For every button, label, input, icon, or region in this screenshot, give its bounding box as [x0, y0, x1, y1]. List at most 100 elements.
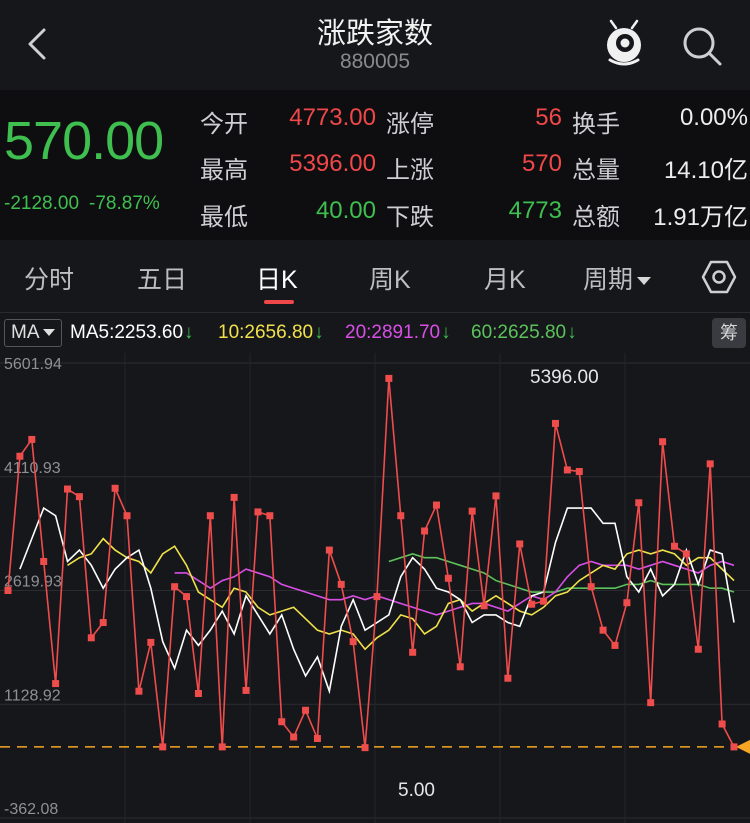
ma-item: 60:2625.80↓	[471, 322, 577, 344]
data-point	[694, 645, 702, 653]
tab-monthly-k[interactable]: 月K	[484, 260, 526, 296]
data-point	[242, 686, 250, 694]
ma-item: 20:2891.70↓	[345, 322, 451, 344]
data-point	[516, 540, 524, 548]
tab-minute[interactable]: 分时	[24, 260, 74, 296]
stat-value: 4773	[508, 197, 562, 224]
stat-value: 1.91万亿	[653, 204, 748, 231]
data-point	[159, 743, 167, 751]
tab-weekly-k[interactable]: 周K	[369, 260, 411, 296]
data-point	[302, 706, 310, 714]
data-point	[385, 374, 393, 382]
settings-hexagon-icon[interactable]	[701, 259, 737, 295]
mascot-icon[interactable]	[600, 18, 648, 70]
stat-value: 56	[535, 104, 562, 131]
tab-five-day[interactable]: 五日	[137, 260, 187, 296]
data-point	[432, 501, 440, 509]
data-point	[409, 648, 417, 656]
ma60-line	[388, 553, 735, 593]
down-arrow-icon: ↓	[567, 322, 577, 343]
chevron-down-icon	[637, 277, 652, 286]
tab-daily-k[interactable]: 日K	[256, 260, 298, 296]
data-point	[337, 580, 345, 588]
tab-period-dropdown[interactable]: 周期	[583, 260, 652, 296]
data-point	[480, 602, 488, 610]
stat-label: 总额	[572, 204, 620, 231]
stat-label: 换手	[572, 111, 620, 138]
y-tick-label: 1128.92	[4, 687, 61, 704]
stat-label: 涨停	[386, 111, 434, 138]
data-point	[587, 583, 595, 591]
chip-distribution-button[interactable]: 筹	[712, 318, 746, 348]
y-tick-label: 2619.93	[4, 574, 62, 591]
y-tick-label: 4110.93	[4, 460, 61, 477]
data-point	[16, 452, 24, 460]
data-point	[123, 512, 131, 520]
price-change: -2128.00 -78.87%	[4, 193, 160, 215]
ma-label: 10:	[218, 322, 245, 343]
data-point	[4, 586, 12, 594]
data-point	[551, 419, 559, 427]
data-point	[254, 508, 262, 516]
stat-value: 570	[521, 150, 562, 177]
min-value-label: 5.00	[398, 780, 435, 801]
data-point	[75, 493, 83, 501]
change-percent: -78.87%	[89, 193, 160, 214]
max-value-label: 5396.00	[530, 367, 599, 388]
data-point	[206, 512, 214, 520]
quote-panel: 570.00 -2128.00 -78.87% 今开 4773.00 涨停 56 换手 0.…	[0, 90, 750, 240]
stat-label: 下跌	[386, 204, 434, 231]
stat-value: 14.10亿	[663, 157, 748, 184]
data-point	[28, 435, 36, 443]
change-amount: -2128.00	[4, 193, 80, 214]
data-point	[540, 597, 548, 605]
ma-label: 20:	[345, 322, 372, 343]
data-point	[230, 493, 238, 501]
data-point	[99, 619, 107, 627]
data-point	[266, 512, 274, 520]
data-point	[171, 583, 179, 591]
ma-value: 2891.70	[371, 322, 441, 343]
data-point	[563, 466, 571, 474]
data-point	[504, 674, 512, 682]
ma-item: 10:2656.80↓	[218, 322, 324, 344]
ma-selector[interactable]: MA	[4, 319, 62, 347]
data-point	[528, 600, 536, 608]
data-point	[468, 507, 476, 515]
stat-label: 今开	[200, 111, 248, 138]
data-point	[635, 499, 643, 507]
data-point	[730, 743, 738, 751]
ma-label: MA5:	[70, 322, 115, 343]
data-point	[52, 680, 60, 688]
data-point	[397, 512, 405, 520]
data-point	[278, 718, 286, 726]
data-point	[290, 733, 298, 741]
data-point	[218, 743, 226, 751]
last-price: 570.00	[4, 111, 164, 171]
data-point	[87, 634, 95, 642]
data-point	[611, 641, 619, 649]
data-point	[64, 485, 72, 493]
data-point	[623, 599, 631, 607]
ma-item: MA5:2253.60↓	[70, 322, 194, 344]
data-point	[147, 638, 155, 646]
down-arrow-icon: ↓	[314, 322, 324, 343]
data-point	[456, 663, 464, 671]
search-icon[interactable]	[680, 24, 724, 68]
last-price-marker	[736, 739, 750, 754]
stat-label: 总量	[572, 157, 620, 184]
data-point	[40, 558, 48, 566]
stat-value: 5396.00	[289, 150, 376, 177]
data-point	[706, 460, 714, 468]
down-arrow-icon: ↓	[441, 322, 451, 343]
active-tab-indicator	[264, 300, 294, 304]
stat-value: 40.00	[315, 197, 376, 224]
kline-chart[interactable]: 5601.94 4110.93 2619.93 1128.92 -362.08 5396.…	[0, 353, 750, 823]
nav-header: 涨跌家数 880005	[0, 0, 750, 90]
stat-label: 上涨	[386, 157, 434, 184]
data-point	[659, 438, 667, 446]
ma-value: 2656.80	[244, 322, 314, 343]
chevron-down-icon	[42, 329, 55, 337]
data-point	[718, 720, 726, 728]
data-point	[194, 689, 202, 697]
